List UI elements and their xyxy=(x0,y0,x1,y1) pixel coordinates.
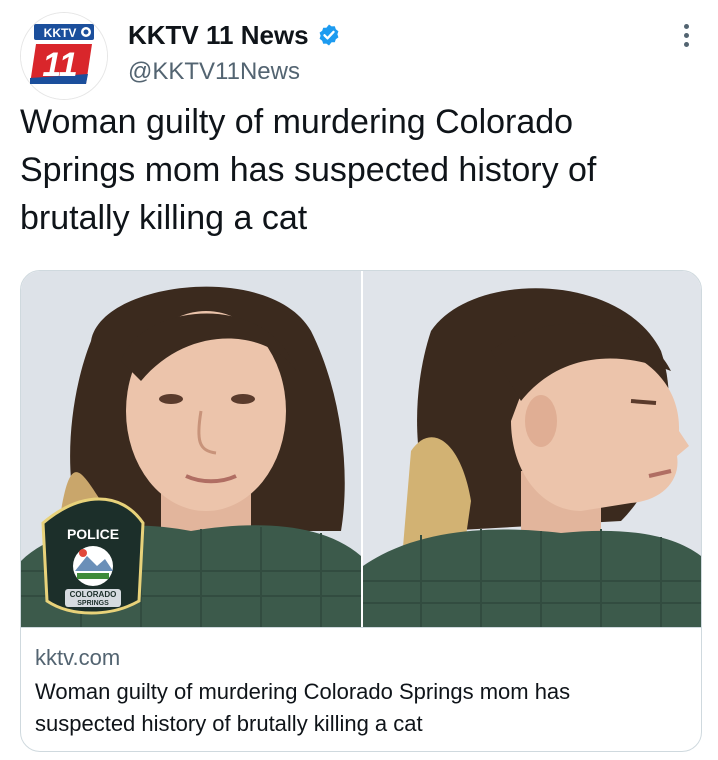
avatar[interactable]: KKTV 11 xyxy=(20,12,108,100)
author-handle[interactable]: @KKTV11News xyxy=(128,58,300,86)
mugshot-image: POLICE COLORADO SPRINGS xyxy=(21,271,701,627)
more-vertical-icon xyxy=(683,23,689,29)
verified-badge-icon xyxy=(319,24,339,46)
police-badge-icon: POLICE COLORADO SPRINGS xyxy=(41,497,145,615)
link-card-domain: kktv.com xyxy=(35,645,121,670)
police-badge-text-2: SPRINGS xyxy=(77,600,109,607)
link-card-info[interactable]: kktv.com Woman guilty of murdering Color… xyxy=(21,627,701,751)
kktv-logo-icon: KKTV 11 xyxy=(21,13,107,99)
tweet-text: Woman guilty of murdering Colorado Sprin… xyxy=(20,103,597,237)
avatar-badge-number: 11 xyxy=(42,46,77,84)
display-name[interactable]: KKTV 11 News xyxy=(128,20,309,50)
link-card-title: Woman guilty of murdering Colorado Sprin… xyxy=(35,679,571,736)
author-name-row: KKTV 11 News xyxy=(128,20,341,50)
avatar-badge-top: KKTV xyxy=(44,26,77,40)
link-card-image[interactable]: POLICE COLORADO SPRINGS xyxy=(21,271,701,627)
more-options-button[interactable] xyxy=(676,20,696,50)
link-card[interactable]: POLICE COLORADO SPRINGS kktv.com Woman g… xyxy=(20,270,702,752)
police-badge-top-text: POLICE xyxy=(67,526,119,542)
police-badge-text-1: COLORADO xyxy=(70,590,117,599)
